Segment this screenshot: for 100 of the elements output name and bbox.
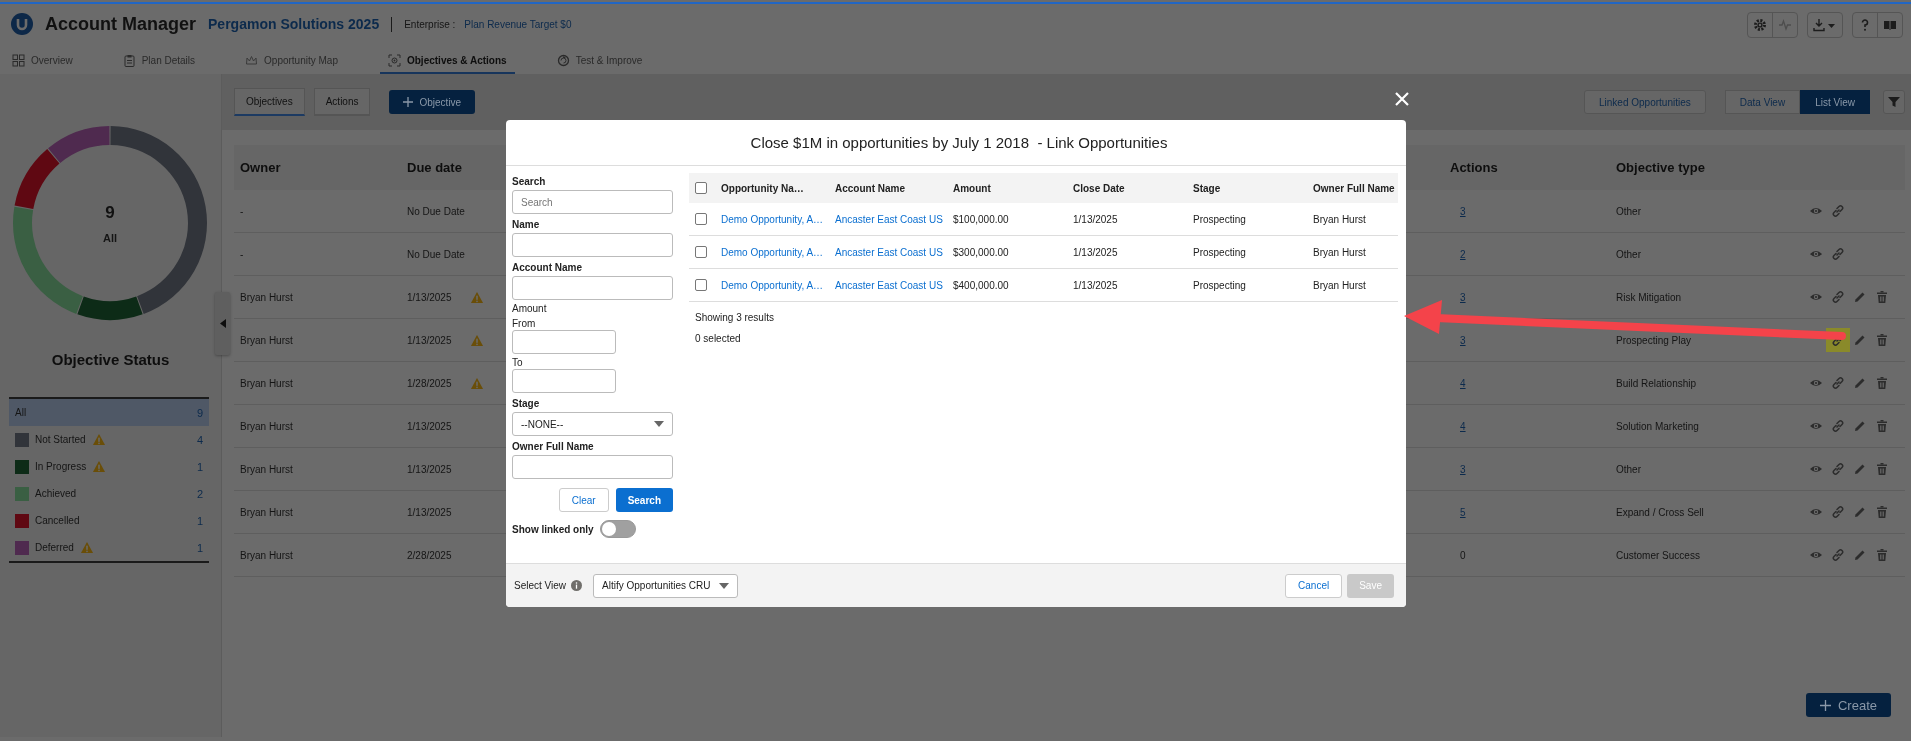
- pencil-icon[interactable]: [1853, 376, 1867, 390]
- account-link[interactable]: Ancaster East Coast US: [835, 246, 943, 258]
- nav-tab[interactable]: Test & Improve: [548, 48, 651, 74]
- actions-count-link[interactable]: 3: [1450, 291, 1466, 303]
- status-filter-item[interactable]: Not Started 4: [9, 426, 209, 453]
- trash-icon[interactable]: [1875, 376, 1889, 390]
- toggle-label: Show linked only: [512, 523, 594, 535]
- column-header: Owner: [234, 145, 401, 190]
- view-tab[interactable]: Objectives: [234, 88, 305, 116]
- trash-icon[interactable]: [1875, 419, 1889, 433]
- status-filter-item[interactable]: Cancelled 1: [9, 507, 209, 534]
- nav-tab[interactable]: Plan Details: [114, 48, 204, 74]
- owner-cell: Bryan Hurst: [234, 404, 401, 448]
- collapse-handle[interactable]: [215, 292, 230, 355]
- link-icon[interactable]: [1831, 548, 1845, 562]
- actions-count-link[interactable]: 4: [1450, 377, 1466, 389]
- link-icon[interactable]: [1831, 376, 1845, 390]
- column-header: Actions: [1444, 145, 1610, 190]
- actions-count-link[interactable]: 4: [1450, 420, 1466, 432]
- view-tab[interactable]: Actions: [313, 88, 371, 116]
- enterprise-label: Enterprise :: [404, 18, 456, 30]
- search-field[interactable]: Search: [512, 190, 673, 214]
- clear-button[interactable]: Clear: [558, 488, 609, 512]
- filter-button[interactable]: [1883, 90, 1905, 114]
- input-field[interactable]: [512, 369, 616, 393]
- status-label: Not Started: [35, 434, 86, 445]
- cancel-button[interactable]: Cancel: [1285, 573, 1343, 598]
- select-all-checkbox[interactable]: [695, 182, 707, 194]
- pencil-icon[interactable]: [1853, 548, 1867, 562]
- status-filter-item[interactable]: All 9: [9, 399, 209, 426]
- actions-count-link[interactable]: 3: [1450, 463, 1466, 475]
- row-checkbox[interactable]: [695, 246, 707, 258]
- status-count: 1: [196, 514, 203, 527]
- pencil-icon[interactable]: [1853, 290, 1867, 304]
- table-cell: Prospecting: [1187, 203, 1307, 236]
- toggle-switch[interactable]: [599, 520, 636, 538]
- trash-icon[interactable]: [1875, 290, 1889, 304]
- link-icon[interactable]: [1831, 290, 1845, 304]
- trash-icon[interactable]: [1875, 462, 1889, 476]
- trash-icon[interactable]: [1875, 505, 1889, 519]
- app-title: Account Manager: [45, 13, 197, 35]
- crown-icon: [245, 53, 259, 67]
- status-filter-item[interactable]: Achieved 2: [9, 480, 209, 507]
- actions-count-link[interactable]: 3: [1450, 334, 1466, 346]
- actions-count-link[interactable]: 5: [1450, 506, 1466, 518]
- due-date-cell: 1/13/2025: [407, 291, 452, 303]
- objective-type-cell: Build Relationship: [1610, 361, 1799, 405]
- opportunity-link[interactable]: Demo Opportunity, A…: [721, 279, 824, 291]
- owner-cell: Bryan Hurst: [234, 447, 401, 491]
- table-cell: 1/13/2025: [1067, 203, 1187, 236]
- link-icon[interactable]: [1831, 462, 1845, 476]
- account-link[interactable]: Ancaster East Coast US: [835, 213, 943, 225]
- owner-cell: -: [234, 232, 401, 276]
- select-view-label: Select View: [514, 580, 567, 591]
- opportunity-link[interactable]: Demo Opportunity, A…: [721, 213, 824, 225]
- pencil-icon[interactable]: [1853, 419, 1867, 433]
- plan-name: Pergamon Solutions 2025: [208, 16, 380, 32]
- owner-cell: Bryan Hurst: [234, 533, 401, 577]
- pencil-icon[interactable]: [1853, 462, 1867, 476]
- status-count: 9: [196, 406, 203, 419]
- column-header: Opportunity Na…: [715, 173, 829, 203]
- nav-tab[interactable]: Overview: [4, 48, 81, 74]
- status-filter-item[interactable]: In Progress 1: [9, 453, 209, 480]
- refresh-icon: [556, 53, 570, 67]
- actions-count-link[interactable]: 3: [1450, 205, 1466, 217]
- input-field[interactable]: [512, 330, 616, 354]
- objective-type-cell: Solution Marketing: [1610, 404, 1799, 448]
- opportunity-link[interactable]: Demo Opportunity, A…: [721, 246, 824, 258]
- pencil-icon[interactable]: [1853, 333, 1867, 347]
- linked-opportunities-button[interactable]: Linked Opportunities: [1584, 90, 1706, 114]
- link-icon[interactable]: [1831, 247, 1845, 261]
- input-field[interactable]: [512, 455, 673, 479]
- owner-cell: Bryan Hurst: [234, 318, 401, 362]
- search-button[interactable]: Search: [615, 488, 673, 512]
- row-checkbox[interactable]: [695, 279, 707, 291]
- actions-count-link[interactable]: 2: [1450, 248, 1466, 260]
- revenue-target-link[interactable]: Plan Revenue Target $0: [464, 18, 572, 30]
- status-filter-item[interactable]: Deferred 1: [9, 534, 209, 561]
- view-toggle[interactable]: List View: [1800, 90, 1870, 114]
- create-button[interactable]: Create: [1805, 693, 1891, 717]
- add-objective-button[interactable]: Objective: [389, 90, 476, 114]
- objective-type-cell: Risk Mitigation: [1610, 275, 1799, 319]
- view-toggle[interactable]: Data View: [1724, 90, 1801, 114]
- stage-dropdown[interactable]: --NONE--: [512, 412, 673, 436]
- results-count: Showing 3 results: [695, 312, 775, 323]
- link-icon[interactable]: [1831, 505, 1845, 519]
- row-checkbox[interactable]: [695, 213, 707, 225]
- link-icon[interactable]: [1831, 204, 1845, 218]
- input-field[interactable]: [512, 276, 673, 300]
- table-cell: Bryan Hurst: [1307, 203, 1398, 236]
- pencil-icon[interactable]: [1853, 505, 1867, 519]
- account-link[interactable]: Ancaster East Coast US: [835, 279, 943, 291]
- nav-tab[interactable]: Opportunity Map: [237, 48, 346, 74]
- trash-icon[interactable]: [1875, 333, 1889, 347]
- trash-icon[interactable]: [1875, 548, 1889, 562]
- owner-cell: Bryan Hurst: [234, 361, 401, 405]
- link-icon[interactable]: [1831, 419, 1845, 433]
- input-field[interactable]: [512, 233, 673, 257]
- column-header: Stage: [1187, 173, 1307, 203]
- view-dropdown[interactable]: Altify Opportunities CRU: [593, 573, 739, 598]
